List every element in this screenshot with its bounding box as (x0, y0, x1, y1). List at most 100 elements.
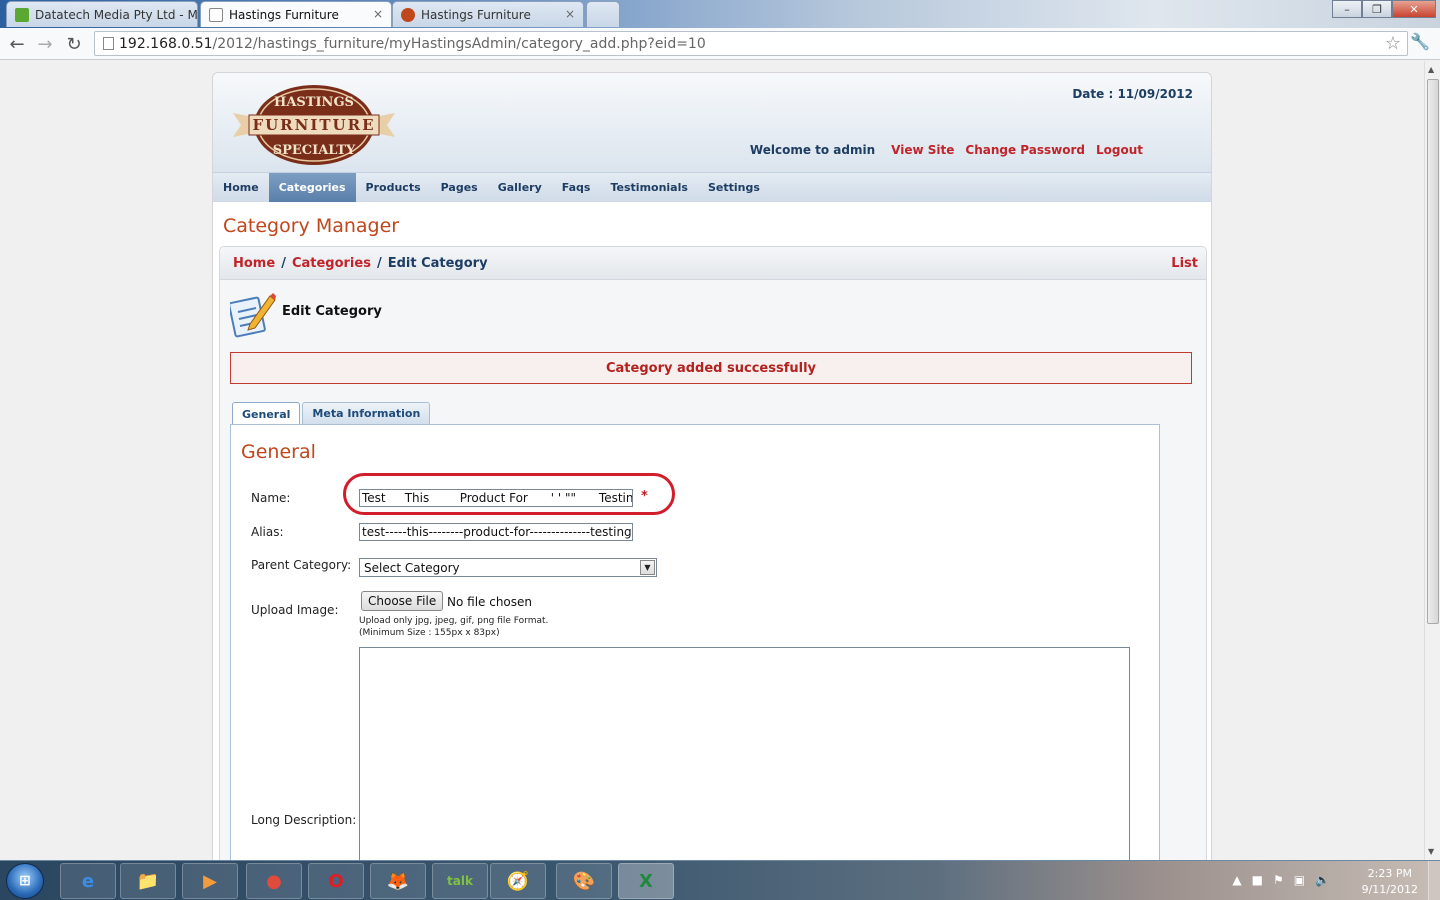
minimize-icon[interactable]: – (1332, 0, 1362, 18)
system-clock[interactable]: 2:23 PM 9/11/2012 (1362, 866, 1418, 898)
parent-category-label: Parent Category: (251, 558, 352, 572)
nav-home[interactable]: Home (213, 173, 269, 202)
nav-testimonials[interactable]: Testimonials (600, 173, 697, 202)
firefox-icon[interactable]: 🦊 (370, 863, 426, 899)
windows-taskbar: ⊞ e 📁 ▶ ● O 🦊 talk 🧭 🎨 X ▲ ■ ⚑ ▣ 🔈 2:23 … (0, 860, 1440, 900)
wrench-icon[interactable]: 🔧 (1410, 32, 1430, 51)
breadcrumb-home[interactable]: Home (233, 256, 275, 271)
scroll-up-icon[interactable]: ▲ (1428, 65, 1434, 74)
start-button[interactable]: ⊞ (6, 863, 44, 899)
tab-close-icon[interactable]: × (565, 7, 575, 21)
excel-icon[interactable]: X (618, 863, 674, 899)
maximize-icon[interactable]: ❐ (1362, 0, 1392, 18)
close-window-icon[interactable]: ✕ (1392, 0, 1436, 18)
action-center-flag-icon[interactable]: ⚑ (1273, 873, 1284, 887)
header-user-links: Welcome to admin View Site Change Passwo… (750, 143, 1143, 157)
upload-image-label: Upload Image: (251, 603, 339, 617)
breadcrumb-separator: / (376, 255, 382, 271)
bookmark-star-icon[interactable]: ☆ (1385, 33, 1401, 54)
chevron-down-icon[interactable]: ▼ (640, 560, 655, 575)
welcome-text: Welcome to admin (749, 143, 876, 157)
required-marker: * (641, 489, 648, 504)
address-bar[interactable]: 192.168.0.51/2012/hastings_furniture/myH… (94, 31, 1408, 56)
browser-tab-hastings-active[interactable]: Hastings Furniture × (200, 1, 392, 27)
paint-icon[interactable]: 🎨 (556, 863, 612, 899)
no-file-text: No file chosen (447, 595, 533, 609)
scroll-down-icon[interactable]: ▼ (1428, 847, 1434, 856)
chrome-icon[interactable]: ● (246, 863, 302, 899)
tab-close-icon[interactable]: × (373, 7, 383, 21)
window-controls: – ❐ ✕ (1332, 0, 1436, 18)
breadcrumb-current: Edit Category (387, 255, 488, 271)
nav-categories[interactable]: Categories (268, 173, 356, 202)
alias-input[interactable]: test-----this--------product-for--------… (359, 523, 633, 541)
show-desktop-button[interactable] (1428, 861, 1440, 900)
name-label: Name: (251, 491, 291, 505)
tab-meta-information[interactable]: Meta Information (302, 402, 431, 424)
nav-settings[interactable]: Settings (698, 173, 770, 202)
vertical-scrollbar[interactable]: ▲ ▼ (1424, 61, 1440, 860)
date-value: 11/09/2012 (1117, 87, 1193, 101)
new-tab-button[interactable] (586, 1, 620, 27)
edit-category-heading: Edit Category (282, 304, 382, 319)
nav-products[interactable]: Products (356, 173, 431, 202)
scrollbar-thumb[interactable] (1427, 79, 1439, 624)
browser-tab-datatech[interactable]: Datatech Media Pty Ltd - M (6, 1, 198, 27)
general-form: General Name: Test This Product For ' ' … (230, 424, 1160, 860)
media-player-icon[interactable]: ▶ (182, 863, 238, 899)
edit-document-icon (230, 293, 276, 338)
view-site-link[interactable]: View Site (891, 143, 954, 157)
nav-faqs[interactable]: Faqs (552, 173, 601, 202)
forward-icon[interactable]: → (34, 33, 56, 55)
page-icon (103, 37, 114, 50)
google-talk-icon[interactable]: talk (432, 863, 488, 899)
upload-hint-format: Upload only jpg, jpeg, gif, png file For… (359, 616, 549, 626)
opera-icon[interactable]: O (308, 863, 364, 899)
clock-date: 9/11/2012 (1361, 883, 1418, 896)
safari-icon[interactable]: 🧭 (490, 863, 546, 899)
language-flag-icon[interactable]: ■ (1252, 873, 1263, 887)
page-title: Category Manager (223, 215, 400, 237)
breadcrumb-separator: / (281, 255, 286, 271)
tab-title: Hastings Furniture (421, 7, 531, 22)
long-description-label: Long Description: (251, 813, 357, 827)
tab-general[interactable]: General (232, 402, 301, 425)
folder-icon[interactable]: 📁 (120, 863, 176, 899)
hastings-furniture-logo: HASTINGS FURNITURE SPECIALTY (233, 85, 395, 165)
alias-label: Alias: (251, 525, 284, 539)
clock-time: 2:23 PM (1367, 867, 1412, 880)
form-tabs: General Meta Information (232, 402, 431, 425)
tray-expand-icon[interactable]: ▲ (1232, 873, 1241, 887)
internet-explorer-icon[interactable]: e (60, 863, 116, 899)
reload-icon[interactable]: ↻ (63, 33, 85, 55)
name-input[interactable]: Test This Product For ' ' "" Testin (359, 489, 633, 507)
browser-tab-hastings[interactable]: Hastings Furniture × (392, 1, 584, 27)
browser-tab-strip: Datatech Media Pty Ltd - M Hastings Furn… (0, 0, 1440, 28)
url-host: 192.168.0.51 (119, 35, 213, 52)
long-description-editor[interactable] (359, 647, 1130, 860)
nav-gallery[interactable]: Gallery (488, 173, 552, 202)
parent-category-select[interactable]: Select Category ▼ (359, 558, 657, 577)
page-favicon-icon (209, 7, 223, 22)
nav-pages[interactable]: Pages (431, 173, 488, 202)
logout-link[interactable]: Logout (1096, 143, 1143, 157)
content-panel: Home / Categories / Edit Category List E… (219, 246, 1207, 860)
choose-file-button[interactable]: Choose File (361, 591, 444, 611)
tab-title: Datatech Media Pty Ltd - M (35, 7, 198, 22)
header-date: Date : 11/09/2012 (1072, 87, 1193, 101)
breadcrumb-categories[interactable]: Categories (292, 256, 371, 271)
volume-icon[interactable]: 🔈 (1315, 873, 1330, 887)
network-icon[interactable]: ▣ (1294, 873, 1305, 887)
hastings-favicon-icon (401, 7, 415, 22)
list-link[interactable]: List (1171, 256, 1198, 271)
logo-text-bottom: SPECIALTY (273, 143, 356, 158)
main-nav: Home Categories Products Pages Gallery F… (213, 172, 1211, 202)
browser-toolbar: ← → ↻ 192.168.0.51/2012/hastings_furnitu… (0, 28, 1440, 60)
breadcrumb: Home / Categories / Edit Category List (220, 247, 1206, 280)
upload-hint-size: (Minimum Size : 155px x 83px) (359, 628, 500, 638)
logo-text-mid: FURNITURE (252, 116, 375, 134)
back-icon[interactable]: ← (6, 33, 28, 55)
change-password-link[interactable]: Change Password (965, 143, 1085, 157)
system-tray: ▲ ■ ⚑ ▣ 🔈 (1232, 873, 1330, 887)
site-header: HASTINGS FURNITURE SPECIALTY Date : 11/0… (213, 73, 1211, 172)
